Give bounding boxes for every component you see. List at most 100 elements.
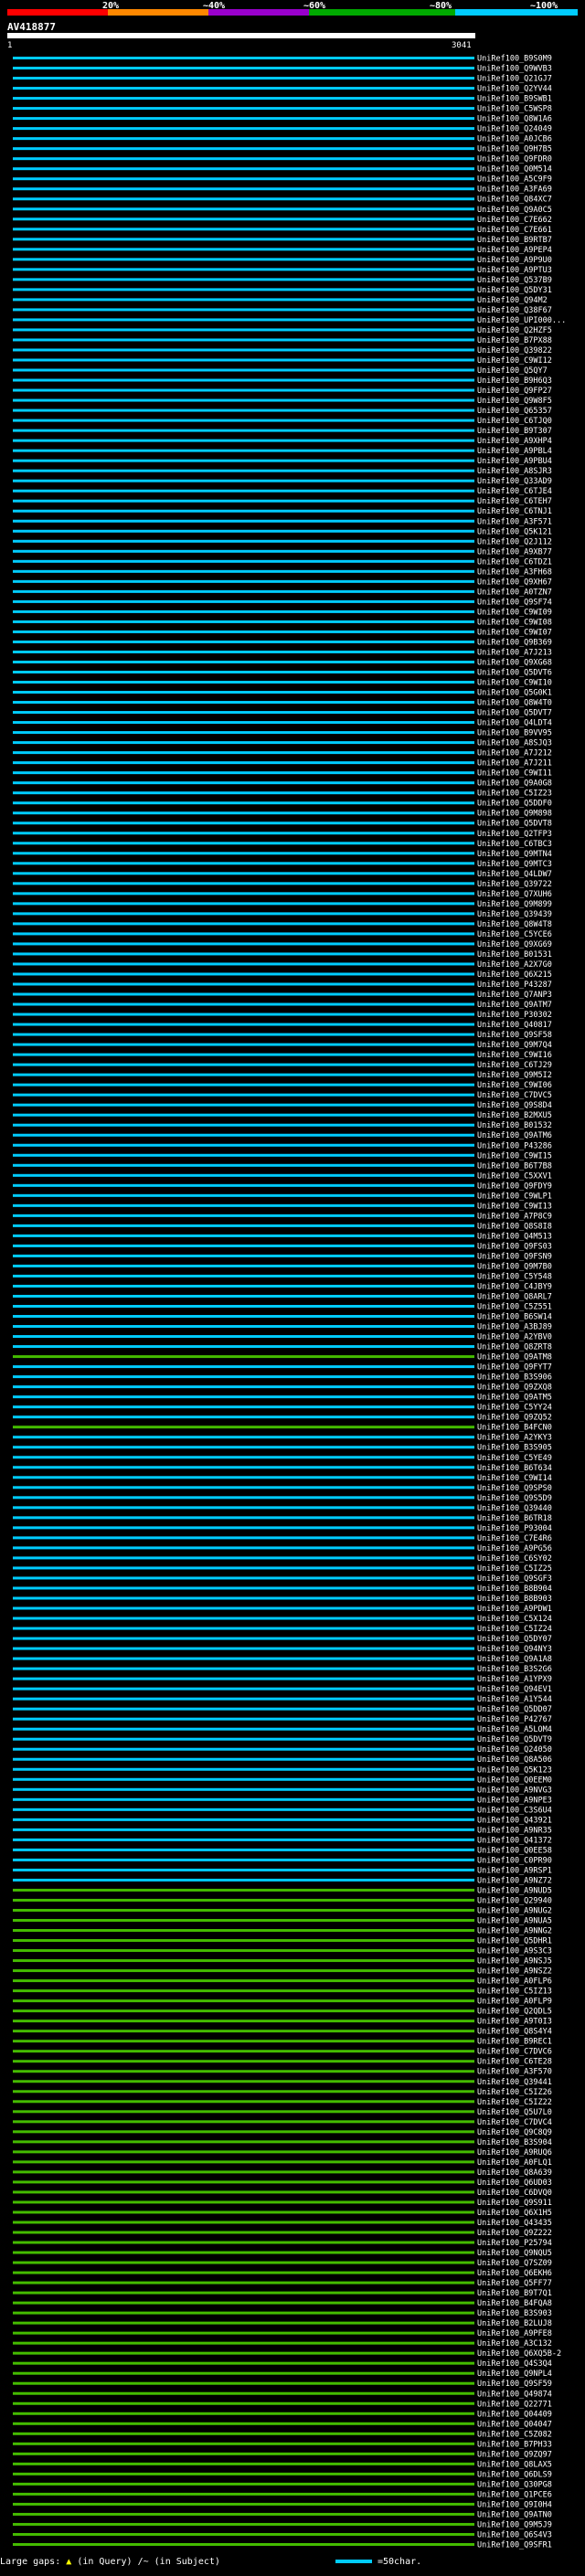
row-label[interactable]: UniRef100_C3S6U4 — [477, 1806, 552, 1815]
row-label[interactable]: UniRef100_C5IZ22 — [477, 2098, 552, 2107]
row-label[interactable]: UniRef100_C6TJ29 — [477, 1061, 552, 1070]
row-label[interactable]: UniRef100_Q94M2 — [477, 296, 548, 305]
row-label[interactable]: UniRef100_Q5DY07 — [477, 1635, 552, 1644]
row-label[interactable]: UniRef100_Q39441 — [477, 2078, 552, 2087]
row-label[interactable]: UniRef100_Q39440 — [477, 1504, 552, 1513]
row-label[interactable]: UniRef100_Q8LAX5 — [477, 2460, 552, 2469]
row-label[interactable]: UniRef100_C6TJE4 — [477, 487, 552, 496]
row-label[interactable]: UniRef100_Q40817 — [477, 1021, 552, 1030]
row-label[interactable]: UniRef100_Q2YV44 — [477, 85, 552, 94]
row-label[interactable]: UniRef100_C7DVC6 — [477, 2048, 552, 2057]
row-label[interactable]: UniRef100_C7E661 — [477, 226, 552, 235]
row-label[interactable]: UniRef100_Q9XG68 — [477, 658, 552, 667]
row-label[interactable]: UniRef100_C6TNJ1 — [477, 507, 552, 516]
row-label[interactable]: UniRef100_C5IZ25 — [477, 1564, 552, 1574]
row-label[interactable]: UniRef100_C5Z551 — [477, 1303, 552, 1312]
row-label[interactable]: UniRef100_P42767 — [477, 1715, 552, 1724]
row-label[interactable]: UniRef100_Q9MTN4 — [477, 850, 552, 859]
row-label[interactable]: UniRef100_A9PBU4 — [477, 457, 552, 466]
row-label[interactable]: UniRef100_P93004 — [477, 1524, 552, 1533]
row-label[interactable]: UniRef100_Q2TFP3 — [477, 830, 552, 839]
row-label[interactable]: UniRef100_Q9FDR0 — [477, 155, 552, 164]
row-label[interactable]: UniRef100_B8B903 — [477, 1595, 552, 1604]
row-label[interactable]: UniRef100_Q7XUH6 — [477, 890, 552, 899]
row-label[interactable]: UniRef100_Q5DVT8 — [477, 820, 552, 829]
row-label[interactable]: UniRef100_A1YPX9 — [477, 1675, 552, 1684]
row-label[interactable]: UniRef100_Q5FF77 — [477, 2279, 552, 2288]
row-label[interactable]: UniRef100_Q9XG69 — [477, 940, 552, 949]
row-label[interactable]: UniRef100_Q9M5J9 — [477, 2520, 552, 2529]
row-label[interactable]: UniRef100_B3S906 — [477, 1373, 552, 1383]
row-label[interactable]: UniRef100_A3F570 — [477, 2068, 552, 2077]
row-label[interactable]: UniRef100_B9SWB1 — [477, 95, 552, 104]
row-label[interactable]: UniRef100_B9VV95 — [477, 729, 552, 738]
row-label[interactable]: UniRef100_Q04047 — [477, 2420, 552, 2429]
row-label[interactable]: UniRef100_A3BJ89 — [477, 1323, 552, 1332]
row-label[interactable]: UniRef100_C0PR90 — [477, 1856, 552, 1865]
row-label[interactable]: UniRef100_Q65357 — [477, 407, 552, 416]
row-label[interactable]: UniRef100_C5Y548 — [477, 1272, 552, 1281]
row-label[interactable]: UniRef100_Q9FP27 — [477, 387, 552, 396]
row-label[interactable]: UniRef100_Q6XQ5B-2 — [477, 2349, 561, 2359]
row-label[interactable]: UniRef100_A0TZN7 — [477, 588, 552, 597]
row-label[interactable]: UniRef100_Q8W1A6 — [477, 115, 552, 124]
row-label[interactable]: UniRef100_Q8ZRT8 — [477, 1343, 552, 1352]
row-label[interactable]: UniRef100_Q5U7L0 — [477, 2108, 552, 2117]
row-label[interactable]: UniRef100_A9NR35 — [477, 1826, 552, 1835]
row-label[interactable]: UniRef100_B9T7Q1 — [477, 2289, 552, 2298]
row-label[interactable]: UniRef100_Q39822 — [477, 346, 552, 355]
row-label[interactable]: UniRef100_Q7SZ09 — [477, 2259, 552, 2268]
row-label[interactable]: UniRef100_A0FLP6 — [477, 1977, 552, 1987]
row-label[interactable]: UniRef100_A8SJR3 — [477, 467, 552, 476]
row-label[interactable]: UniRef100_B6T634 — [477, 1464, 552, 1473]
row-label[interactable]: UniRef100_B9RTB7 — [477, 236, 552, 245]
row-label[interactable]: UniRef100_Q9FSN9 — [477, 1252, 552, 1261]
row-label[interactable]: UniRef100_Q9FDY9 — [477, 1182, 552, 1191]
row-label[interactable]: UniRef100_C6SY02 — [477, 1554, 552, 1564]
row-label[interactable]: UniRef100_C9WI15 — [477, 1151, 552, 1161]
row-label[interactable]: UniRef100_Q5G0K1 — [477, 689, 552, 698]
row-label[interactable]: UniRef100_Q9XH67 — [477, 578, 552, 587]
row-label[interactable]: UniRef100_Q9S8D4 — [477, 1101, 552, 1110]
row-label[interactable]: UniRef100_Q9SGF3 — [477, 1574, 552, 1584]
row-label[interactable]: UniRef100_B2MXU5 — [477, 1111, 552, 1120]
row-label[interactable]: UniRef100_Q8S4Y4 — [477, 2028, 552, 2037]
row-label[interactable]: UniRef100_C9WI13 — [477, 1202, 552, 1211]
row-label[interactable]: UniRef100_A2YBV0 — [477, 1333, 552, 1342]
row-label[interactable]: UniRef100_Q9SPS0 — [477, 1484, 552, 1493]
row-label[interactable]: UniRef100_Q9M7Q4 — [477, 1041, 552, 1050]
row-label[interactable]: UniRef100_Q94NY3 — [477, 1645, 552, 1654]
row-label[interactable]: UniRef100_C5XXV1 — [477, 1171, 552, 1181]
row-label[interactable]: UniRef100_Q9M899 — [477, 900, 552, 909]
row-label[interactable]: UniRef100_A0FLQ1 — [477, 2158, 552, 2168]
row-label[interactable]: UniRef100_A9PTU3 — [477, 266, 552, 275]
row-label[interactable]: UniRef100_C7E662 — [477, 216, 552, 225]
row-label[interactable]: UniRef100_Q9Z222 — [477, 2229, 552, 2238]
row-label[interactable]: UniRef100_Q41372 — [477, 1836, 552, 1845]
row-label[interactable]: UniRef100_Q9ZQ52 — [477, 1414, 552, 1423]
row-label[interactable]: UniRef100_Q94EV1 — [477, 1685, 552, 1694]
row-label[interactable]: UniRef100_A9RUQ6 — [477, 2148, 552, 2157]
row-label[interactable]: UniRef100_Q84XC7 — [477, 196, 552, 205]
row-label[interactable]: UniRef100_Q5DHR1 — [477, 1937, 552, 1946]
row-label[interactable]: UniRef100_B9S0M9 — [477, 55, 552, 64]
row-label[interactable]: UniRef100_P43287 — [477, 981, 552, 990]
row-label[interactable]: UniRef100_B01531 — [477, 950, 552, 959]
row-label[interactable]: UniRef100_C9WLP1 — [477, 1192, 552, 1201]
row-label[interactable]: UniRef100_A5C9F9 — [477, 175, 552, 185]
row-label[interactable]: UniRef100_UPI000... — [477, 316, 566, 325]
row-label[interactable]: UniRef100_C6TE28 — [477, 2058, 552, 2067]
row-label[interactable]: UniRef100_Q24050 — [477, 1745, 552, 1754]
row-label[interactable]: UniRef100_Q9C8Q9 — [477, 2128, 552, 2137]
row-label[interactable]: UniRef100_B9H6Q3 — [477, 376, 552, 386]
row-label[interactable]: UniRef100_P25794 — [477, 2239, 552, 2248]
row-label[interactable]: UniRef100_Q9W8F5 — [477, 397, 552, 406]
row-label[interactable]: UniRef100_Q0EE58 — [477, 1846, 552, 1855]
row-label[interactable]: UniRef100_Q39722 — [477, 880, 552, 889]
row-label[interactable]: UniRef100_A9NNG2 — [477, 1927, 552, 1936]
row-label[interactable]: UniRef100_C5IZ13 — [477, 1988, 552, 1997]
row-label[interactable]: UniRef100_C6TBC3 — [477, 840, 552, 849]
row-label[interactable]: UniRef100_B3S2G6 — [477, 1665, 552, 1674]
row-label[interactable]: UniRef100_A7J211 — [477, 759, 552, 769]
row-label[interactable]: UniRef100_B9REC1 — [477, 2038, 552, 2047]
